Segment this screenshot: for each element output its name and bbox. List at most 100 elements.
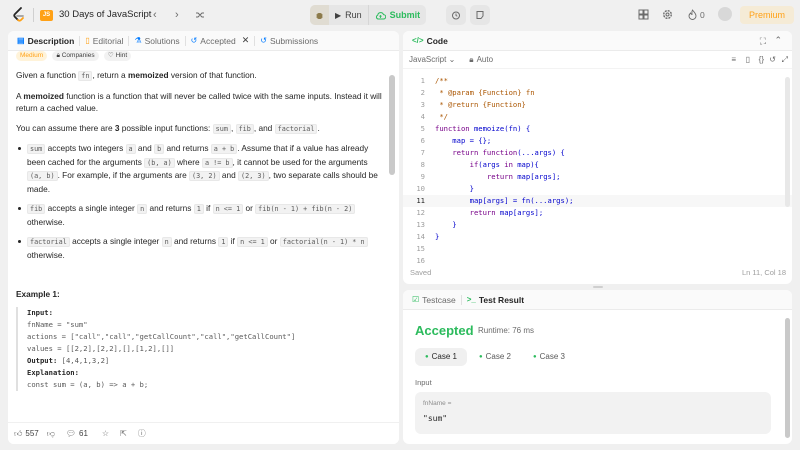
code-text: if(args in map){ [469,160,539,169]
notes-button[interactable] [470,5,490,25]
case-tab-1[interactable]: ● Case 1 [415,348,467,366]
hint-tag[interactable]: ♡ Hint [103,51,132,61]
code-editor[interactable]: 1/** 2 * @param {Function} fn 3 * @return … [403,75,792,265]
tab-testcase[interactable]: ☑ Testcase [407,290,461,310]
language-select[interactable]: JavaScript ⌄ [409,55,455,64]
help-button[interactable]: ⓘ [138,428,149,439]
comments-button[interactable]: 💬︎ 61 [66,429,88,438]
minimize-icon[interactable]: ⌃ [774,35,782,46]
prev-problem-icon[interactable]: ‹ [153,8,157,22]
text: . [317,122,320,133]
bookmark-icon[interactable]: ▯ [746,55,750,64]
code-line[interactable]: 4 */ [403,111,792,123]
share-button[interactable]: ⇱ [120,429,130,438]
tab-code[interactable]: </> Code [407,31,453,51]
code-line[interactable]: 7 return function(...args) { [403,147,792,159]
result-scrollbar[interactable] [785,318,790,438]
paragraph: Given a function fn, return a memoized v… [16,69,384,83]
example-title: Example 1: [16,289,60,299]
code-line[interactable]: 14} [403,231,792,243]
layout-grid-icon[interactable] [638,9,649,20]
flame-streak-icon[interactable] [688,9,697,20]
test-result-panel: ☑ Testcase >_ Test Result Accepted Runti… [403,290,792,444]
case-tab-3[interactable]: ● Case 3 [523,348,575,366]
description-icon: ▤ [17,36,25,45]
next-problem-icon[interactable]: › [175,8,179,22]
code-text: return map[args]; [486,172,561,181]
thumbs-down-icon: 👎︎ [46,428,55,438]
favorite-button[interactable]: ☆ [102,429,112,438]
inline-code: fib [27,204,46,214]
code-line[interactable]: 3 * @return {Function} [403,99,792,111]
submit-button[interactable]: Submit [369,5,427,25]
premium-button[interactable]: Premium [740,6,794,24]
text: . For example, if the arguments are [57,170,189,180]
braces-icon[interactable]: {} [759,55,764,64]
dislike-button[interactable]: 👎︎ [47,429,58,439]
tab-label: Test Result [478,294,525,305]
code-line[interactable]: 5 function memoize(fn) { [403,123,792,135]
code-line[interactable]: 8 if(args in map){ [403,159,792,171]
autocomplete-mode[interactable]: Auto [477,55,493,64]
tab-label: Accepted [200,35,236,46]
code-line[interactable]: 13 } [403,219,792,231]
code-text: function memoize(fn) { [435,124,531,133]
like-button[interactable]: 👍︎ 557 [14,429,39,439]
hint-icon: ♡ [107,52,114,59]
code-line[interactable]: 16 [403,255,792,267]
code-line[interactable]: 1 /** [403,75,792,87]
debug-button[interactable] [310,5,329,25]
code-line[interactable]: 11 map[args] = fn(...args); [403,195,792,207]
code-line[interactable]: 2 * @param {Function} fn [403,87,792,99]
code-text: } [435,220,457,229]
text: if [203,203,213,213]
fullscreen-icon[interactable]: ⤢ [782,55,788,65]
example-line: values = [[2,2],[2,2],[],[1,2],[]] [27,343,175,353]
maximize-icon[interactable]: ⛶ [760,36,766,47]
companies-tag[interactable]: 🔒︎ Companies [52,51,99,61]
description-scrollbar[interactable] [389,75,395,175]
leetcode-logo[interactable] [12,7,26,23]
inline-code: factorial [27,237,70,247]
example-block: Input: fnName = "sum" actions = ["call","c… [16,306,384,391]
example-label: Explanation: [27,367,79,377]
format-icon[interactable]: ≡ [731,55,736,64]
code-line[interactable]: 10 } [403,183,792,195]
tab-editorial[interactable]: ▯ Editorial [80,31,128,51]
reset-icon[interactable]: ↺ [769,55,776,64]
editor-scrollbar[interactable] [785,77,790,207]
avatar[interactable] [718,7,732,21]
code-text: return map[args]; [469,208,544,217]
case-tab-2[interactable]: ● Case 2 [469,348,521,366]
tab-accepted[interactable]: ↺ Accepted ✕ [186,31,255,51]
editor-toolbar: JavaScript ⌄ 🔒︎ Auto ≡ ▯ {} ↺ ⤢ [403,51,792,69]
code-line[interactable]: 9 return map[args]; [403,171,792,183]
code-line[interactable]: 6 map = {}; [403,135,792,147]
timer-button[interactable] [446,5,466,25]
code-panel: </> Code ⛶ ⌃ JavaScript ⌄ 🔒︎ Auto ≡ ▯ {}… [403,31,792,284]
shuffle-icon[interactable] [195,10,205,20]
note-icon [476,11,484,19]
run-label: Run [345,10,362,20]
companies-label: Companies [61,52,95,59]
line-number: 14 [416,232,425,241]
inline-code: fib(n - 1) + fib(n - 2) [255,204,356,214]
settings-gear-icon[interactable] [662,9,673,20]
chevron-down-icon: ⌄ [448,55,456,64]
panel-resize-handle[interactable] [403,285,792,289]
tab-description[interactable]: ▤ Description [12,31,79,51]
tab-test-result[interactable]: >_ Test Result [462,290,529,310]
inline-code: factorial(n - 1) * n [279,237,368,247]
tab-solutions[interactable]: ⚗ Solutions [129,31,184,51]
code-line[interactable]: 12 return map[args]; [403,207,792,219]
tab-submissions[interactable]: ↺ Submissions [255,31,323,51]
close-tab-icon[interactable]: ✕ [242,35,250,46]
code-line[interactable]: 15 [403,243,792,255]
inline-code: 1 [193,204,204,214]
run-button[interactable]: ▶ Run [329,5,369,25]
paragraph: You can assume there are 3 possible inpu… [16,122,384,136]
code-text: } [435,232,440,241]
problem-list-title[interactable]: 30 Days of JavaScript [59,9,151,20]
